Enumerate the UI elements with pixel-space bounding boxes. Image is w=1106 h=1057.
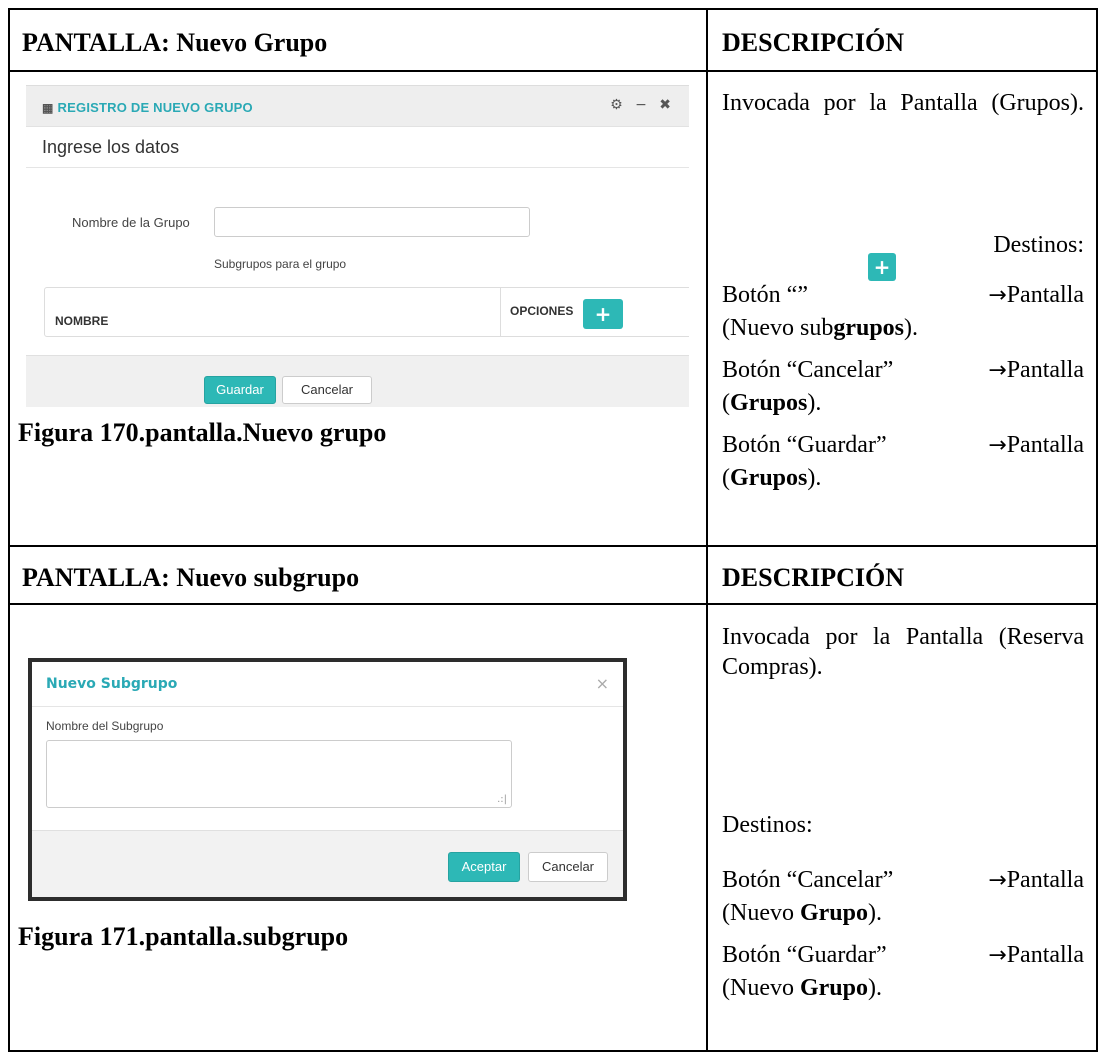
cancel-button[interactable]: Cancelar bbox=[282, 376, 372, 404]
arrow-right-icon: → bbox=[988, 943, 1007, 968]
destination-screen: Pantalla bbox=[1006, 357, 1084, 383]
save-button[interactable]: Guardar bbox=[204, 376, 276, 404]
row-divider bbox=[10, 603, 1096, 605]
destination-button-name: Botón “Cancelar” bbox=[722, 867, 894, 893]
subgroups-table: NOMBRE OPCIONES + bbox=[44, 287, 689, 337]
window-tools[interactable]: ⚙ − ✖ bbox=[610, 97, 675, 113]
group-name-input[interactable] bbox=[214, 207, 530, 237]
subgroup-name-label: Nombre del Subgrupo bbox=[46, 719, 164, 733]
text-span: ( bbox=[722, 465, 730, 491]
arrow-right-icon: → bbox=[988, 868, 1007, 893]
destination-line-2-cont: (Grupos). bbox=[722, 388, 1084, 418]
text-span: Grupo bbox=[799, 975, 868, 1001]
add-subgroup-button[interactable]: + bbox=[583, 299, 623, 329]
subgroups-hint: Subgrupos para el grupo bbox=[214, 257, 347, 271]
add-button-image: + bbox=[868, 251, 904, 282]
destination-line-1: Botón “” →Pantalla bbox=[722, 280, 1084, 310]
figure-caption: Figura 170.pantalla.Nuevo grupo bbox=[18, 418, 387, 447]
invoked-by-text: Invocada por la Pantalla (Grupos). bbox=[722, 90, 1084, 116]
destination-line-2: Botón “Guardar” →Pantalla bbox=[722, 940, 1084, 970]
text-span: ). bbox=[807, 390, 822, 416]
nuevo-grupo-screenshot: ▦ REGISTRO DE NUEVO GRUPO ⚙ − ✖ Ingrese l… bbox=[26, 85, 689, 407]
destination-line-3: Botón “Guardar” →Pantalla bbox=[722, 430, 1084, 460]
section2-header-right: DESCRIPCIÓN bbox=[722, 563, 905, 592]
destination-button-name: Botón “” bbox=[722, 282, 808, 308]
arrow-right-icon: → bbox=[988, 433, 1007, 458]
destination-screen: Pantalla bbox=[1006, 867, 1084, 893]
destinos-heading: Destinos: bbox=[722, 812, 813, 838]
destination-screen: Pantalla bbox=[1006, 282, 1084, 308]
section1-header-right: DESCRIPCIÓN bbox=[722, 28, 905, 57]
window-title: ▦ REGISTRO DE NUEVO GRUPO bbox=[42, 100, 253, 115]
divider bbox=[26, 167, 689, 168]
invoked-by-text: Invocada por la Pantalla (Reserva Compra… bbox=[722, 624, 1084, 680]
text-span: ). bbox=[868, 975, 882, 1001]
destination-line-2: Botón “Cancelar” →Pantalla bbox=[722, 355, 1084, 385]
destination-target: →Pantalla bbox=[988, 280, 1084, 311]
text-span: Grupo bbox=[799, 900, 868, 926]
window-titlebar: ▦ REGISTRO DE NUEVO GRUPO ⚙ − ✖ bbox=[26, 85, 689, 127]
destination-target: →Pantalla bbox=[988, 940, 1084, 971]
destination-target: →Pantalla bbox=[988, 355, 1084, 386]
destination-button-name: Botón “Guardar” bbox=[722, 432, 887, 458]
text-span: (Nuevo bbox=[722, 900, 800, 926]
section1-header-left: PANTALLA: Nuevo Grupo bbox=[22, 28, 328, 57]
text-span: ). bbox=[904, 315, 919, 341]
column-header-opciones: OPCIONES bbox=[510, 304, 574, 318]
column-divider bbox=[500, 288, 501, 336]
destination-screen: Pantalla bbox=[1006, 432, 1084, 458]
nuevo-subgrupo-screenshot: Nuevo Subgrupo × Nombre del Subgrupo .:|… bbox=[28, 658, 627, 901]
destination-line-1-cont: (Nuevo Grupo). bbox=[722, 898, 1084, 928]
cancel-button[interactable]: Cancelar bbox=[528, 852, 608, 882]
arrow-right-icon: → bbox=[988, 283, 1007, 308]
text-span: ). bbox=[807, 465, 822, 491]
row-divider bbox=[10, 545, 1096, 547]
modal-title: Nuevo Subgrupo bbox=[46, 676, 178, 692]
resize-grip-icon[interactable]: .:| bbox=[497, 794, 507, 805]
destination-button-name: Botón “Cancelar” bbox=[722, 357, 894, 383]
destination-line-1-cont: (Nuevo subgrupos). bbox=[722, 313, 1084, 343]
text-span: grupos bbox=[833, 315, 905, 341]
plus-icon: + bbox=[868, 253, 896, 282]
text-span: Grupos bbox=[730, 465, 808, 491]
section2-header-left: PANTALLA: Nuevo subgrupo bbox=[22, 563, 360, 592]
form-footer: Guardar Cancelar bbox=[26, 355, 689, 407]
modal-dialog: Nuevo Subgrupo × Nombre del Subgrupo .:|… bbox=[32, 662, 623, 897]
calendar-icon: ▦ bbox=[42, 101, 54, 115]
text-span: (Nuevo sub bbox=[722, 315, 834, 341]
destination-button-name: Botón “Guardar” bbox=[722, 942, 887, 968]
group-name-label: Nombre de la Grupo bbox=[72, 215, 190, 230]
destination-line-2-cont: (Nuevo Grupo). bbox=[722, 973, 1084, 1003]
modal-footer: Aceptar Cancelar bbox=[32, 830, 623, 897]
destination-line-1: Botón “Cancelar” →Pantalla bbox=[722, 865, 1084, 895]
accept-button[interactable]: Aceptar bbox=[448, 852, 520, 882]
form-subtitle: Ingrese los datos bbox=[42, 137, 180, 157]
text-span: (Nuevo bbox=[722, 975, 800, 1001]
destination-screen: Pantalla bbox=[1006, 942, 1084, 968]
text-span: Grupos bbox=[730, 390, 808, 416]
row-divider bbox=[10, 70, 1096, 72]
window-title-text: REGISTRO DE NUEVO GRUPO bbox=[57, 100, 253, 115]
text-span: ). bbox=[868, 900, 882, 926]
column-divider bbox=[706, 10, 708, 1050]
column-header-nombre: NOMBRE bbox=[55, 314, 109, 328]
figure-caption: Figura 171.pantalla.subgrupo bbox=[18, 922, 349, 951]
text-span: ( bbox=[722, 390, 730, 416]
document-table: PANTALLA: Nuevo Grupo DESCRIPCIÓN ▦ REGIS… bbox=[8, 8, 1098, 1052]
close-icon[interactable]: × bbox=[596, 674, 609, 693]
destination-target: →Pantalla bbox=[988, 430, 1084, 461]
subgroup-name-textarea[interactable]: .:| bbox=[46, 740, 512, 808]
destination-line-3-cont: (Grupos). bbox=[722, 463, 1084, 493]
arrow-right-icon: → bbox=[988, 358, 1007, 383]
divider bbox=[32, 706, 623, 707]
destination-target: →Pantalla bbox=[988, 865, 1084, 896]
